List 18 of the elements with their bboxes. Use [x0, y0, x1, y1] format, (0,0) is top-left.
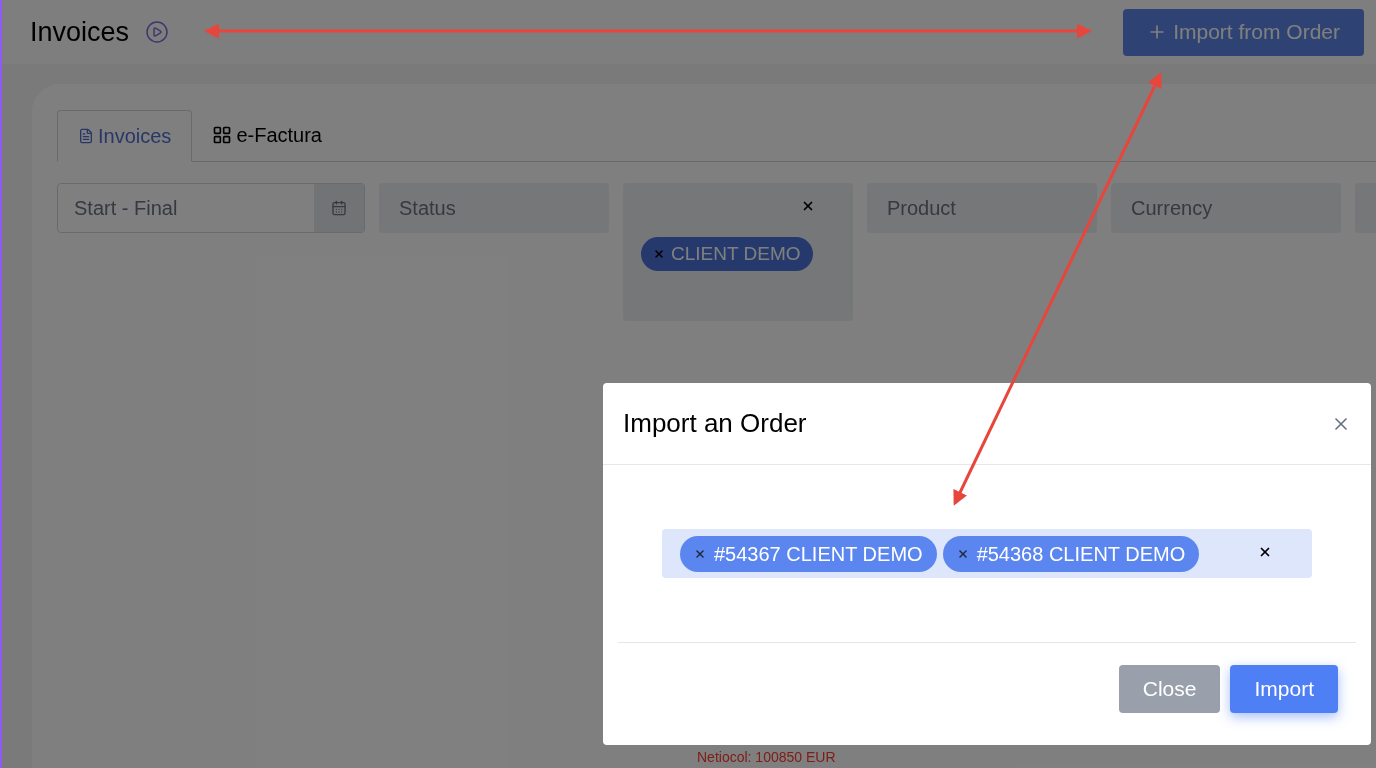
order-tag[interactable]: #54368 CLIENT DEMO: [942, 535, 1200, 572]
tag-select-field[interactable]: CLIENT DEMO: [623, 183, 853, 321]
import-button[interactable]: Import: [1230, 665, 1338, 713]
order-tag[interactable]: #54367 CLIENT DEMO: [680, 535, 937, 572]
filter-tag[interactable]: CLIENT DEMO: [641, 237, 813, 271]
tab[interactable]: Invoices: [57, 110, 193, 162]
field-placeholder: Start - Final: [73, 196, 179, 221]
select-field[interactable]: Product: [867, 183, 1097, 233]
row-note: Netiocol: 100850 EUR: [697, 749, 836, 765]
page-title: Invoices: [30, 15, 130, 49]
close-button[interactable]: Close: [1118, 665, 1221, 713]
tab[interactable]: e-Factura: [192, 109, 342, 161]
select-field[interactable]: Status: [379, 183, 609, 233]
dialog-title: Import an Order: [623, 407, 807, 440]
select-field[interactable]: Currency: [1111, 183, 1341, 233]
import-from-order-button[interactable]: Import from Order: [1123, 8, 1364, 56]
date-range-field[interactable]: Start - Final: [57, 183, 365, 233]
order-select-field[interactable]: #54367 CLIENT DEMO #54368 CLIENT DEMO: [662, 529, 1312, 578]
